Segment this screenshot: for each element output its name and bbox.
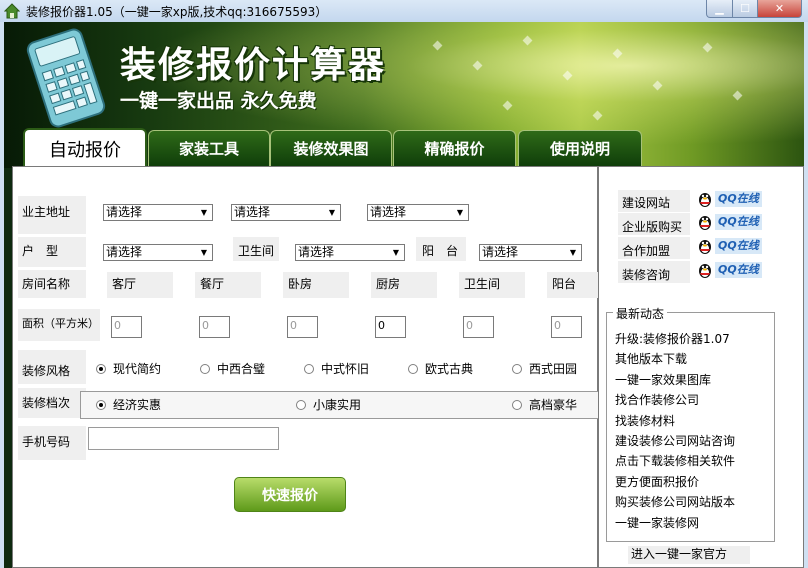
chevron-down-icon: ▼ [197,206,211,219]
calculator-icon [26,28,106,128]
tab-auto-quote[interactable]: 自动报价 [23,128,147,168]
address-label: 业主地址 [22,205,71,219]
style-option-country[interactable]: 西式田园 [512,360,577,377]
news-title: 最新动态 [613,305,668,322]
close-button[interactable]: ✕ [758,0,802,18]
news-item[interactable]: 购买装修公司网站版本 [615,493,735,510]
window-titlebar: 装修报价器1.05（一键一家xp版,技术qq:316675593） ▁ ☐ ✕ [0,0,808,22]
area-input-bathroom[interactable]: 0 [463,316,494,338]
news-item[interactable]: 一键一家装修网 [615,514,699,531]
tab-home-tools[interactable]: 家装工具 [148,130,270,166]
news-item[interactable]: 建设装修公司网站咨询 [615,432,735,449]
contact-label-enterprise: 企业版购买 [622,220,683,234]
style-option-european[interactable]: 欧式古典 [408,360,473,377]
room-bedroom: 卧房 [288,277,313,291]
quick-quote-button[interactable]: 快速报价 [234,477,346,512]
minimize-icon: ▁ [715,2,724,15]
contact-label-website: 建设网站 [622,196,671,210]
bathroom-select[interactable]: 请选择 ▼ [295,244,405,261]
grade-option-economy[interactable]: 经济实惠 [96,396,161,413]
area-input-bedroom[interactable]: 0 [287,316,318,338]
chevron-down-icon: ▼ [566,246,580,259]
address-district-select[interactable]: 请选择 ▼ [367,204,469,221]
area-input-kitchen[interactable]: 0 [375,316,406,338]
maximize-icon: ☐ [740,2,750,15]
news-item[interactable]: 升级:装修报价器1.07 [615,330,730,347]
official-site-link[interactable]: 进入一键一家官方 [628,546,750,564]
house-type-select[interactable]: 请选择 ▼ [103,244,213,261]
address-city-select[interactable]: 请选择 ▼ [231,204,341,221]
balcony-select[interactable]: 请选择 ▼ [479,244,582,261]
banner-title: 装修报价计算器 [120,44,387,86]
tab-instructions[interactable]: 使用说明 [518,130,642,166]
news-item[interactable]: 点击下载装修相关软件 [615,452,735,469]
chevron-down-icon: ▼ [325,206,339,219]
style-option-fusion[interactable]: 中西合璧 [200,360,265,377]
phone-input[interactable] [88,427,279,450]
room-living: 客厅 [112,277,137,291]
area-input-living[interactable]: 0 [111,316,142,338]
maximize-button[interactable]: ☐ [733,0,758,18]
tab-renderings[interactable]: 装修效果图 [270,130,392,166]
contact-label-franchise: 合作加盟 [622,244,671,258]
news-item[interactable]: 更方便面积报价 [615,473,699,490]
qq-penguin-icon [699,240,711,254]
chevron-down-icon: ▼ [197,246,211,259]
news-item[interactable]: 一键一家效果图库 [615,371,711,388]
qq-penguin-icon [699,216,711,230]
qq-online-button-enterprise[interactable]: QQ在线 [696,213,762,231]
room-bathroom: 卫生间 [464,277,501,291]
qq-penguin-icon [699,264,711,278]
area-input-balcony[interactable]: 0 [551,316,582,338]
app-home-icon [4,3,20,19]
chevron-down-icon: ▼ [389,246,403,259]
grade-option-standard[interactable]: 小康实用 [296,396,361,413]
room-balcony: 阳台 [552,277,577,291]
room-dining: 餐厅 [200,277,225,291]
qq-penguin-icon [699,193,711,207]
area-label: 面积（平方米） [22,317,99,330]
banner-subtitle: 一键一家出品 永久免费 [120,90,317,112]
grade-label: 装修档次 [22,396,71,410]
news-item[interactable]: 找装修材料 [615,412,675,429]
style-option-modern[interactable]: 现代简约 [96,360,161,377]
contact-label-consult: 装修咨询 [622,268,671,282]
room-name-label: 房间名称 [22,277,71,291]
news-item[interactable]: 其他版本下载 [615,350,687,367]
address-province-select[interactable]: 请选择 ▼ [103,204,213,221]
area-input-dining[interactable]: 0 [199,316,230,338]
window-title: 装修报价器1.05（一键一家xp版,技术qq:316675593） [26,5,328,19]
qq-online-button-website[interactable]: QQ在线 [696,190,762,208]
style-label: 装修风格 [22,364,71,378]
qq-online-button-consult[interactable]: QQ在线 [696,261,762,279]
tab-precise-quote[interactable]: 精确报价 [393,130,516,166]
balcony-label: 阳 台 [422,244,459,258]
house-type-label: 户 型 [22,244,59,258]
minimize-button[interactable]: ▁ [706,0,733,18]
style-option-chinese[interactable]: 中式怀旧 [304,360,369,377]
grade-option-luxury[interactable]: 高档豪华 [512,396,577,413]
bathroom-label: 卫生间 [238,244,275,258]
news-item[interactable]: 找合作装修公司 [615,391,699,408]
chevron-down-icon: ▼ [453,206,467,219]
close-icon: ✕ [774,2,785,15]
room-kitchen: 厨房 [376,277,401,291]
phone-label: 手机号码 [22,435,71,449]
qq-online-button-franchise[interactable]: QQ在线 [696,237,762,255]
